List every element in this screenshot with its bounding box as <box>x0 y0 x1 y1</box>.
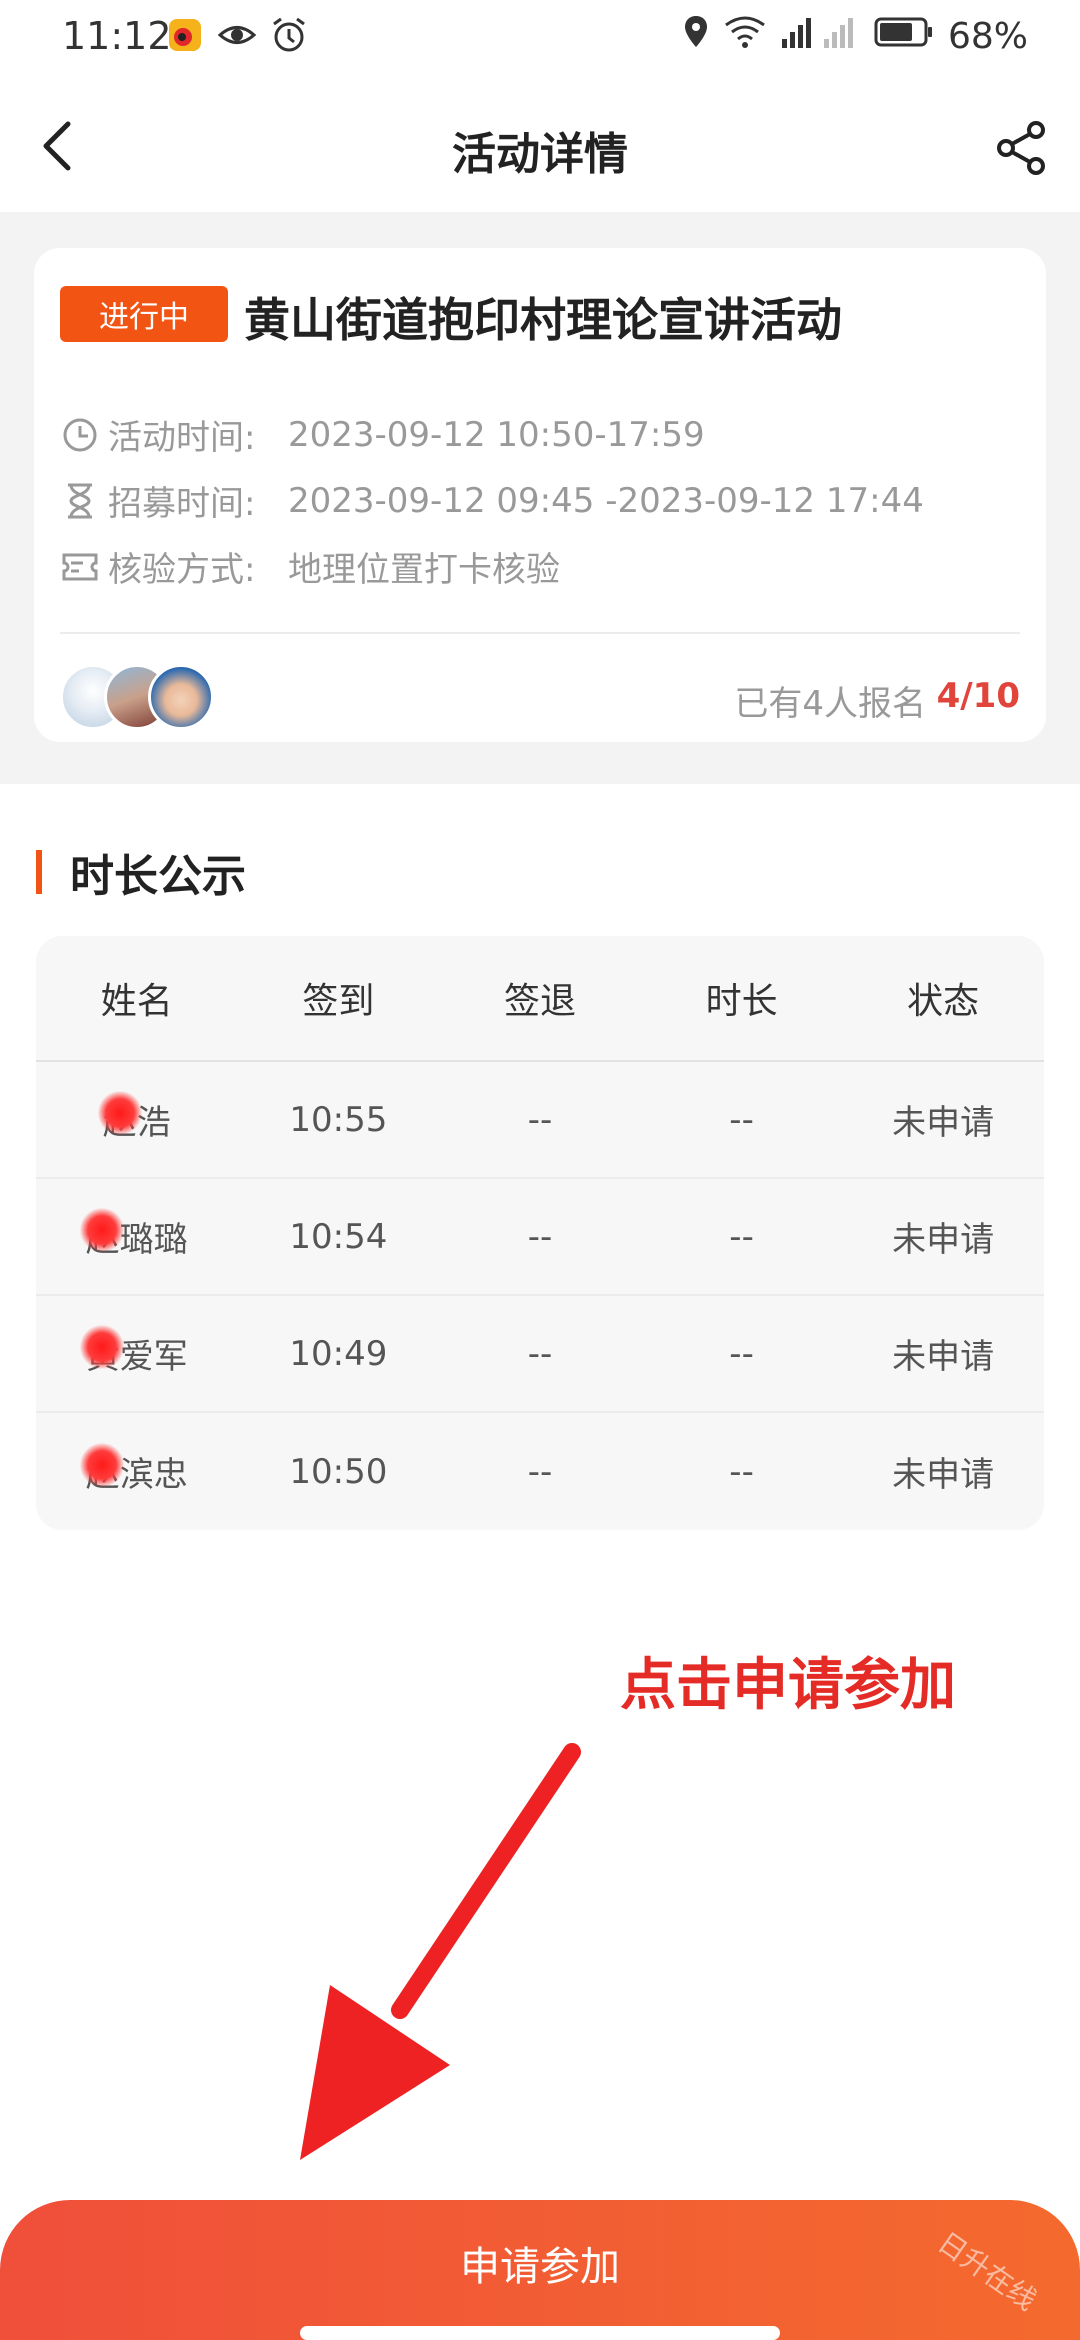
home-indicator[interactable] <box>300 2326 780 2340</box>
apply-button-label: 申请参加 <box>460 2244 620 2290</box>
annotation-arrow-icon <box>300 1743 581 2160</box>
apply-button[interactable]: 申请参加 <box>0 2200 1080 2340</box>
